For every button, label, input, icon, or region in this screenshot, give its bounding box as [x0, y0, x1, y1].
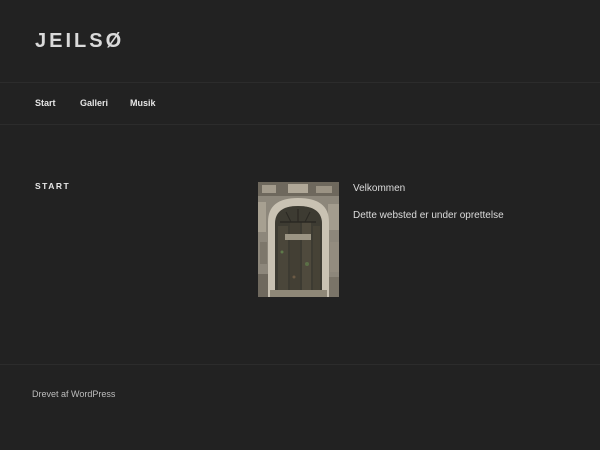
page-title: START [35, 181, 71, 191]
site-footer: Drevet af WordPress [0, 364, 600, 450]
door-photo-graphic [258, 182, 339, 297]
page: JEILSØ Start Galleri Musik START Velkomm… [0, 0, 600, 450]
nav-item-galleri[interactable]: Galleri [80, 97, 108, 109]
nav-item-musik[interactable]: Musik [130, 97, 156, 109]
door-photo [258, 182, 339, 297]
main-navigation: Start Galleri Musik [0, 83, 600, 125]
construction-notice: Dette websted er under oprettelse [353, 210, 504, 221]
nav-item-start[interactable]: Start [35, 97, 56, 109]
site-title-link[interactable]: JEILSØ [35, 28, 124, 54]
wordpress-credit-link[interactable]: Drevet af WordPress [32, 388, 115, 400]
welcome-text: Velkommen [353, 183, 406, 194]
site-header: JEILSØ [0, 0, 600, 83]
